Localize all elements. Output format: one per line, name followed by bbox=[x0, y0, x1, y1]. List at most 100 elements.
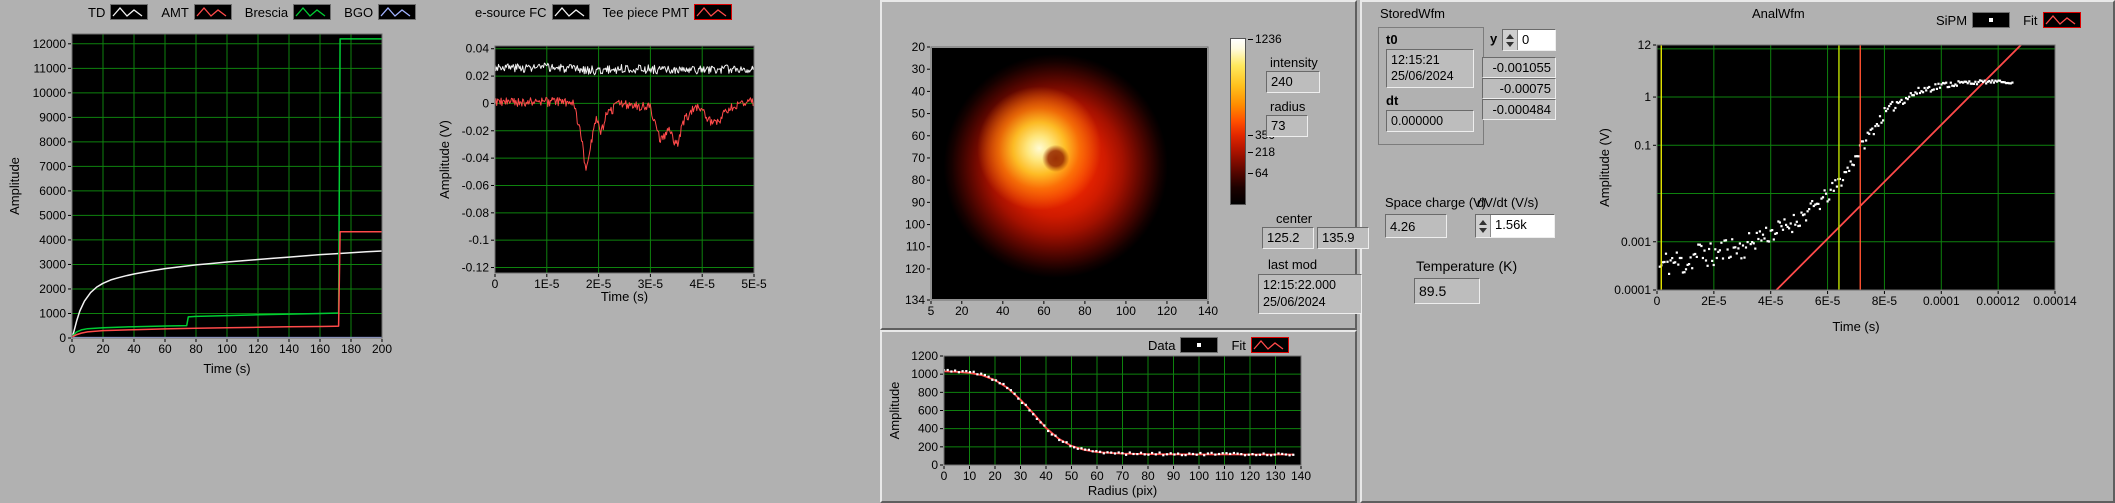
dvdt-control[interactable]: 1.56k bbox=[1475, 214, 1555, 238]
tick-label: 1 bbox=[1644, 90, 1651, 104]
tick-label: 90 bbox=[912, 195, 926, 209]
legend-item-tee-piece-pmt[interactable]: Tee piece PMT bbox=[603, 4, 733, 20]
tick-label: 4E-5 bbox=[1758, 294, 1784, 308]
legend-item-brescia[interactable]: Brescia bbox=[245, 4, 331, 20]
dt-value: 0.000000 bbox=[1386, 110, 1474, 132]
analysis-waveform-graph[interactable]: 02E-54E-56E-58E-50.00010.000120.00014121… bbox=[1600, 36, 2070, 336]
tick-label: 110 bbox=[1215, 469, 1234, 483]
temperature-label: Temperature (K) bbox=[1416, 258, 1517, 274]
analwfm-chart-legend: SiPM Fit bbox=[1936, 12, 2081, 28]
tick-label: 0.00012 bbox=[1976, 294, 2020, 308]
tick-label: 134 bbox=[905, 293, 925, 307]
decrement-icon[interactable] bbox=[1479, 228, 1487, 233]
legend-item-td[interactable]: TD bbox=[88, 4, 148, 20]
y-array-value-0: -0.001055 bbox=[1482, 57, 1556, 78]
dt-label: dt bbox=[1386, 93, 1476, 108]
tick-label: 0.00014 bbox=[2033, 294, 2077, 308]
legend-sample[interactable] bbox=[378, 4, 416, 20]
tick-label: 20 bbox=[988, 469, 1002, 483]
tick-label: 120 bbox=[1157, 304, 1177, 318]
tick-label: 100 bbox=[905, 218, 925, 232]
legend-sample[interactable] bbox=[194, 4, 232, 20]
tick-label: 20 bbox=[912, 40, 926, 54]
legend-sample[interactable] bbox=[110, 4, 148, 20]
tick-label: -0.04 bbox=[462, 151, 490, 165]
spinner-arrows bbox=[1503, 30, 1518, 50]
intensity-label: intensity bbox=[1270, 55, 1318, 70]
tick-label: 70 bbox=[912, 151, 926, 165]
legend-sample[interactable] bbox=[1972, 12, 2010, 28]
colorbar-tick-label: 218 bbox=[1248, 145, 1275, 159]
legend-item-e-source-fc[interactable]: e-source FC bbox=[475, 4, 590, 20]
y-index-value[interactable]: 0 bbox=[1518, 30, 1555, 50]
tick-label: 60 bbox=[1090, 469, 1104, 483]
tick-label: 0.04 bbox=[466, 42, 490, 56]
dvdt-value[interactable]: 1.56k bbox=[1491, 215, 1554, 237]
tick-label: 200 bbox=[372, 342, 392, 356]
tick-label: 70 bbox=[1116, 469, 1130, 483]
tick-label: 8E-5 bbox=[1872, 294, 1898, 308]
legend-label: BGO bbox=[344, 5, 373, 20]
waveform-chart-legend: e-source FC Tee piece PMT bbox=[475, 4, 732, 20]
tick-label: 6000 bbox=[39, 184, 66, 198]
t0-label: t0 bbox=[1386, 32, 1476, 47]
decrement-icon[interactable] bbox=[1506, 42, 1514, 47]
analwfm-title: AnalWfm bbox=[1752, 6, 1805, 21]
legend-label: Fit bbox=[2023, 13, 2037, 28]
plot-border bbox=[931, 47, 1208, 300]
center-x-value: 125.2 bbox=[1262, 227, 1314, 249]
tick-label: 5000 bbox=[39, 208, 66, 222]
radial-profile-graph[interactable]: 0102030405060708090100110120130140020040… bbox=[890, 336, 1315, 500]
increment-icon[interactable] bbox=[1479, 220, 1487, 225]
legend-sample[interactable] bbox=[2043, 12, 2081, 28]
labview-front-panel: { "panel1": { "legend": [ {"label": "TD"… bbox=[0, 0, 2115, 503]
legend-sample[interactable] bbox=[694, 4, 732, 20]
tick-label: 140 bbox=[279, 342, 299, 356]
tick-label: 0 bbox=[69, 342, 76, 356]
tick-label: 200 bbox=[918, 440, 938, 454]
x-axis-label: Radius (pix) bbox=[1088, 483, 1157, 498]
y-axis-label: Amplitude bbox=[887, 382, 902, 440]
x-axis-label: Time (s) bbox=[601, 289, 648, 304]
legend-item-amt[interactable]: AMT bbox=[161, 4, 231, 20]
legend-sample[interactable] bbox=[552, 4, 590, 20]
tick-label: 0 bbox=[492, 277, 499, 291]
legend-sample[interactable] bbox=[293, 4, 331, 20]
tick-label: 0 bbox=[941, 469, 948, 483]
legend-label: Brescia bbox=[245, 5, 288, 20]
rates-vs-time-graph[interactable]: 0204060801001201401601802000100020003000… bbox=[10, 26, 390, 378]
y-index-spinner[interactable]: 0 bbox=[1502, 29, 1556, 51]
temperature-value: 89.5 bbox=[1414, 278, 1480, 304]
tick-label: -0.08 bbox=[462, 206, 490, 220]
tick-label: 0.0001 bbox=[1614, 283, 1651, 297]
legend-item-fit[interactable]: Fit bbox=[2023, 12, 2080, 28]
x-axis-label: Time (s) bbox=[1832, 319, 1879, 334]
y-array-value-2: -0.000484 bbox=[1482, 99, 1556, 120]
tick-label: 60 bbox=[1037, 304, 1051, 318]
tick-label: 140 bbox=[1291, 469, 1311, 483]
y-axis-label: Amplitude (V) bbox=[437, 120, 452, 199]
tick-label: 180 bbox=[341, 342, 361, 356]
increment-icon[interactable] bbox=[1506, 34, 1514, 39]
legend-item-sipm[interactable]: SiPM bbox=[1936, 12, 2010, 28]
tick-label: 2E-5 bbox=[1701, 294, 1727, 308]
tick-label: 100 bbox=[1116, 304, 1136, 318]
beam-image-axes[interactable]: 5204060801001201402030405060708090100110… bbox=[880, 36, 1225, 326]
tick-label: 6E-5 bbox=[1815, 294, 1841, 308]
tick-label: 600 bbox=[918, 404, 938, 418]
intensity-colorbar[interactable] bbox=[1230, 38, 1246, 205]
legend-label: TD bbox=[88, 5, 105, 20]
tick-label: 4000 bbox=[39, 233, 66, 247]
intensity-value: 240 bbox=[1266, 71, 1320, 93]
legend-item-bgo[interactable]: BGO bbox=[344, 4, 416, 20]
tick-label: 2000 bbox=[39, 282, 66, 296]
tick-label: 1E-5 bbox=[534, 277, 560, 291]
legend-label: AMT bbox=[161, 5, 188, 20]
y-array-label: y bbox=[1490, 31, 1497, 46]
last-mod-date: 25/06/2024 bbox=[1263, 294, 1357, 311]
tick-label: 9000 bbox=[39, 110, 66, 124]
tick-label: 160 bbox=[310, 342, 330, 356]
dvdt-label: dV/dt (V/s) bbox=[1477, 195, 1538, 210]
t0-time: 12:15:21 bbox=[1391, 52, 1469, 68]
fc-pmt-waveform-graph[interactable]: 01E-52E-53E-54E-55E-50.040.020-0.02-0.04… bbox=[440, 36, 760, 306]
